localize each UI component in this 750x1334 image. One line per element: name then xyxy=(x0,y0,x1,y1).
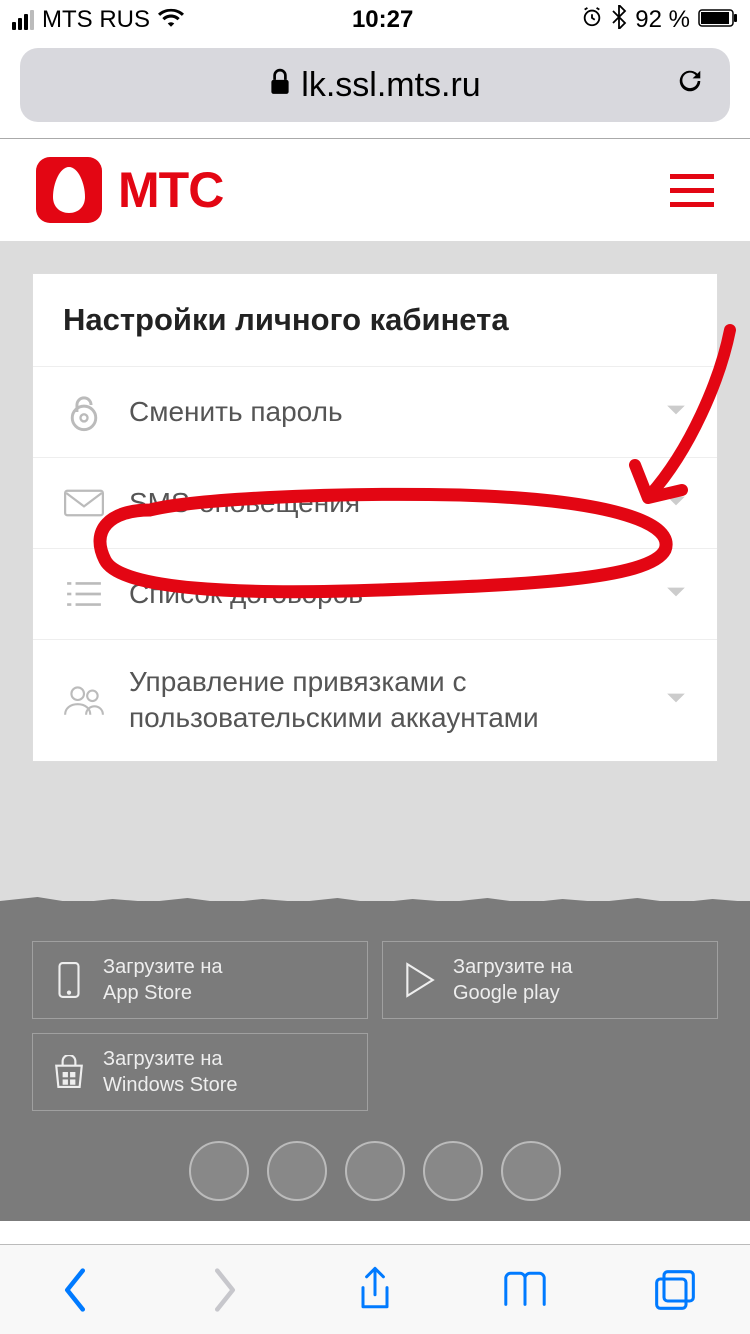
menu-item-manage-bindings[interactable]: Управление привязками с пользовательским… xyxy=(33,640,717,761)
menu-item-contracts-list[interactable]: Список договоров xyxy=(33,549,717,640)
clock: 10:27 xyxy=(352,6,413,34)
settings-title: Настройки личного кабинета xyxy=(33,274,717,367)
envelope-icon xyxy=(63,482,105,524)
menu-label: Сменить пароль xyxy=(129,394,641,430)
share-button[interactable] xyxy=(350,1265,400,1315)
social-icon[interactable] xyxy=(345,1141,405,1201)
play-icon xyxy=(401,962,437,998)
unlock-icon xyxy=(63,391,105,433)
social-icon[interactable] xyxy=(501,1141,561,1201)
store-text: Загрузите на Google play xyxy=(453,954,573,1006)
store-line1: Загрузите на xyxy=(103,1046,238,1072)
logo[interactable]: МТС xyxy=(36,157,223,223)
menu-label: Список договоров xyxy=(129,576,641,612)
back-button[interactable] xyxy=(50,1265,100,1315)
store-line1: Загрузите на xyxy=(103,954,223,980)
status-right: 92 % xyxy=(581,5,738,36)
menu-label: SMS-оповещения xyxy=(129,485,641,521)
phone-icon xyxy=(51,962,87,998)
store-line2: Windows Store xyxy=(103,1072,238,1098)
address-bar[interactable]: lk.ssl.mts.ru xyxy=(20,48,730,122)
chevron-down-icon xyxy=(665,585,687,604)
store-text: Загрузите на Windows Store xyxy=(103,1046,238,1098)
googleplay-button[interactable]: Загрузите на Google play xyxy=(382,941,718,1019)
alarm-icon xyxy=(581,6,603,35)
menu-label: Управление привязками с пользовательским… xyxy=(129,664,641,737)
battery-icon xyxy=(698,6,738,34)
site-header: МТС xyxy=(0,139,750,241)
chevron-down-icon xyxy=(665,494,687,513)
store-line1: Загрузите на xyxy=(453,954,573,980)
battery-percent: 92 % xyxy=(635,6,690,34)
bookmarks-button[interactable] xyxy=(500,1265,550,1315)
list-icon xyxy=(63,573,105,615)
browser-toolbar xyxy=(0,1244,750,1334)
carrier-label: MTS RUS xyxy=(42,6,150,34)
status-left: MTS RUS xyxy=(12,6,184,34)
page-body: Настройки личного кабинета Сменить парол… xyxy=(0,241,750,901)
status-bar: MTS RUS 10:27 92 % xyxy=(0,0,750,40)
menu-item-change-password[interactable]: Сменить пароль xyxy=(33,367,717,458)
appstore-button[interactable]: Загрузите на App Store xyxy=(32,941,368,1019)
bluetooth-icon xyxy=(611,5,627,36)
store-line2: Google play xyxy=(453,980,573,1006)
forward-button[interactable] xyxy=(200,1265,250,1315)
hamburger-menu-icon[interactable] xyxy=(670,174,714,207)
menu-item-sms-notifications[interactable]: SMS-оповещения xyxy=(33,458,717,549)
social-icon[interactable] xyxy=(189,1141,249,1201)
logo-text: МТС xyxy=(118,161,223,219)
wifi-icon xyxy=(158,6,184,34)
refresh-icon[interactable] xyxy=(674,63,706,108)
store-line2: App Store xyxy=(103,980,223,1006)
signal-icon xyxy=(12,10,34,30)
store-text: Загрузите на App Store xyxy=(103,954,223,1006)
windows-store-button[interactable]: Загрузите на Windows Store xyxy=(32,1033,368,1111)
shopping-bag-icon xyxy=(51,1054,87,1090)
chevron-down-icon xyxy=(665,403,687,422)
users-icon xyxy=(63,679,105,721)
lock-icon xyxy=(269,66,291,105)
footer: Загрузите на App Store Загрузите на Goog… xyxy=(0,901,750,1221)
social-icon[interactable] xyxy=(267,1141,327,1201)
social-icon[interactable] xyxy=(423,1141,483,1201)
social-row xyxy=(32,1141,718,1201)
store-grid: Загрузите на App Store Загрузите на Goog… xyxy=(32,941,718,1111)
settings-card: Настройки личного кабинета Сменить парол… xyxy=(32,273,718,762)
url-text: lk.ssl.mts.ru xyxy=(301,66,480,105)
tabs-button[interactable] xyxy=(650,1265,700,1315)
chevron-down-icon xyxy=(665,691,687,710)
logo-egg-icon xyxy=(36,157,102,223)
